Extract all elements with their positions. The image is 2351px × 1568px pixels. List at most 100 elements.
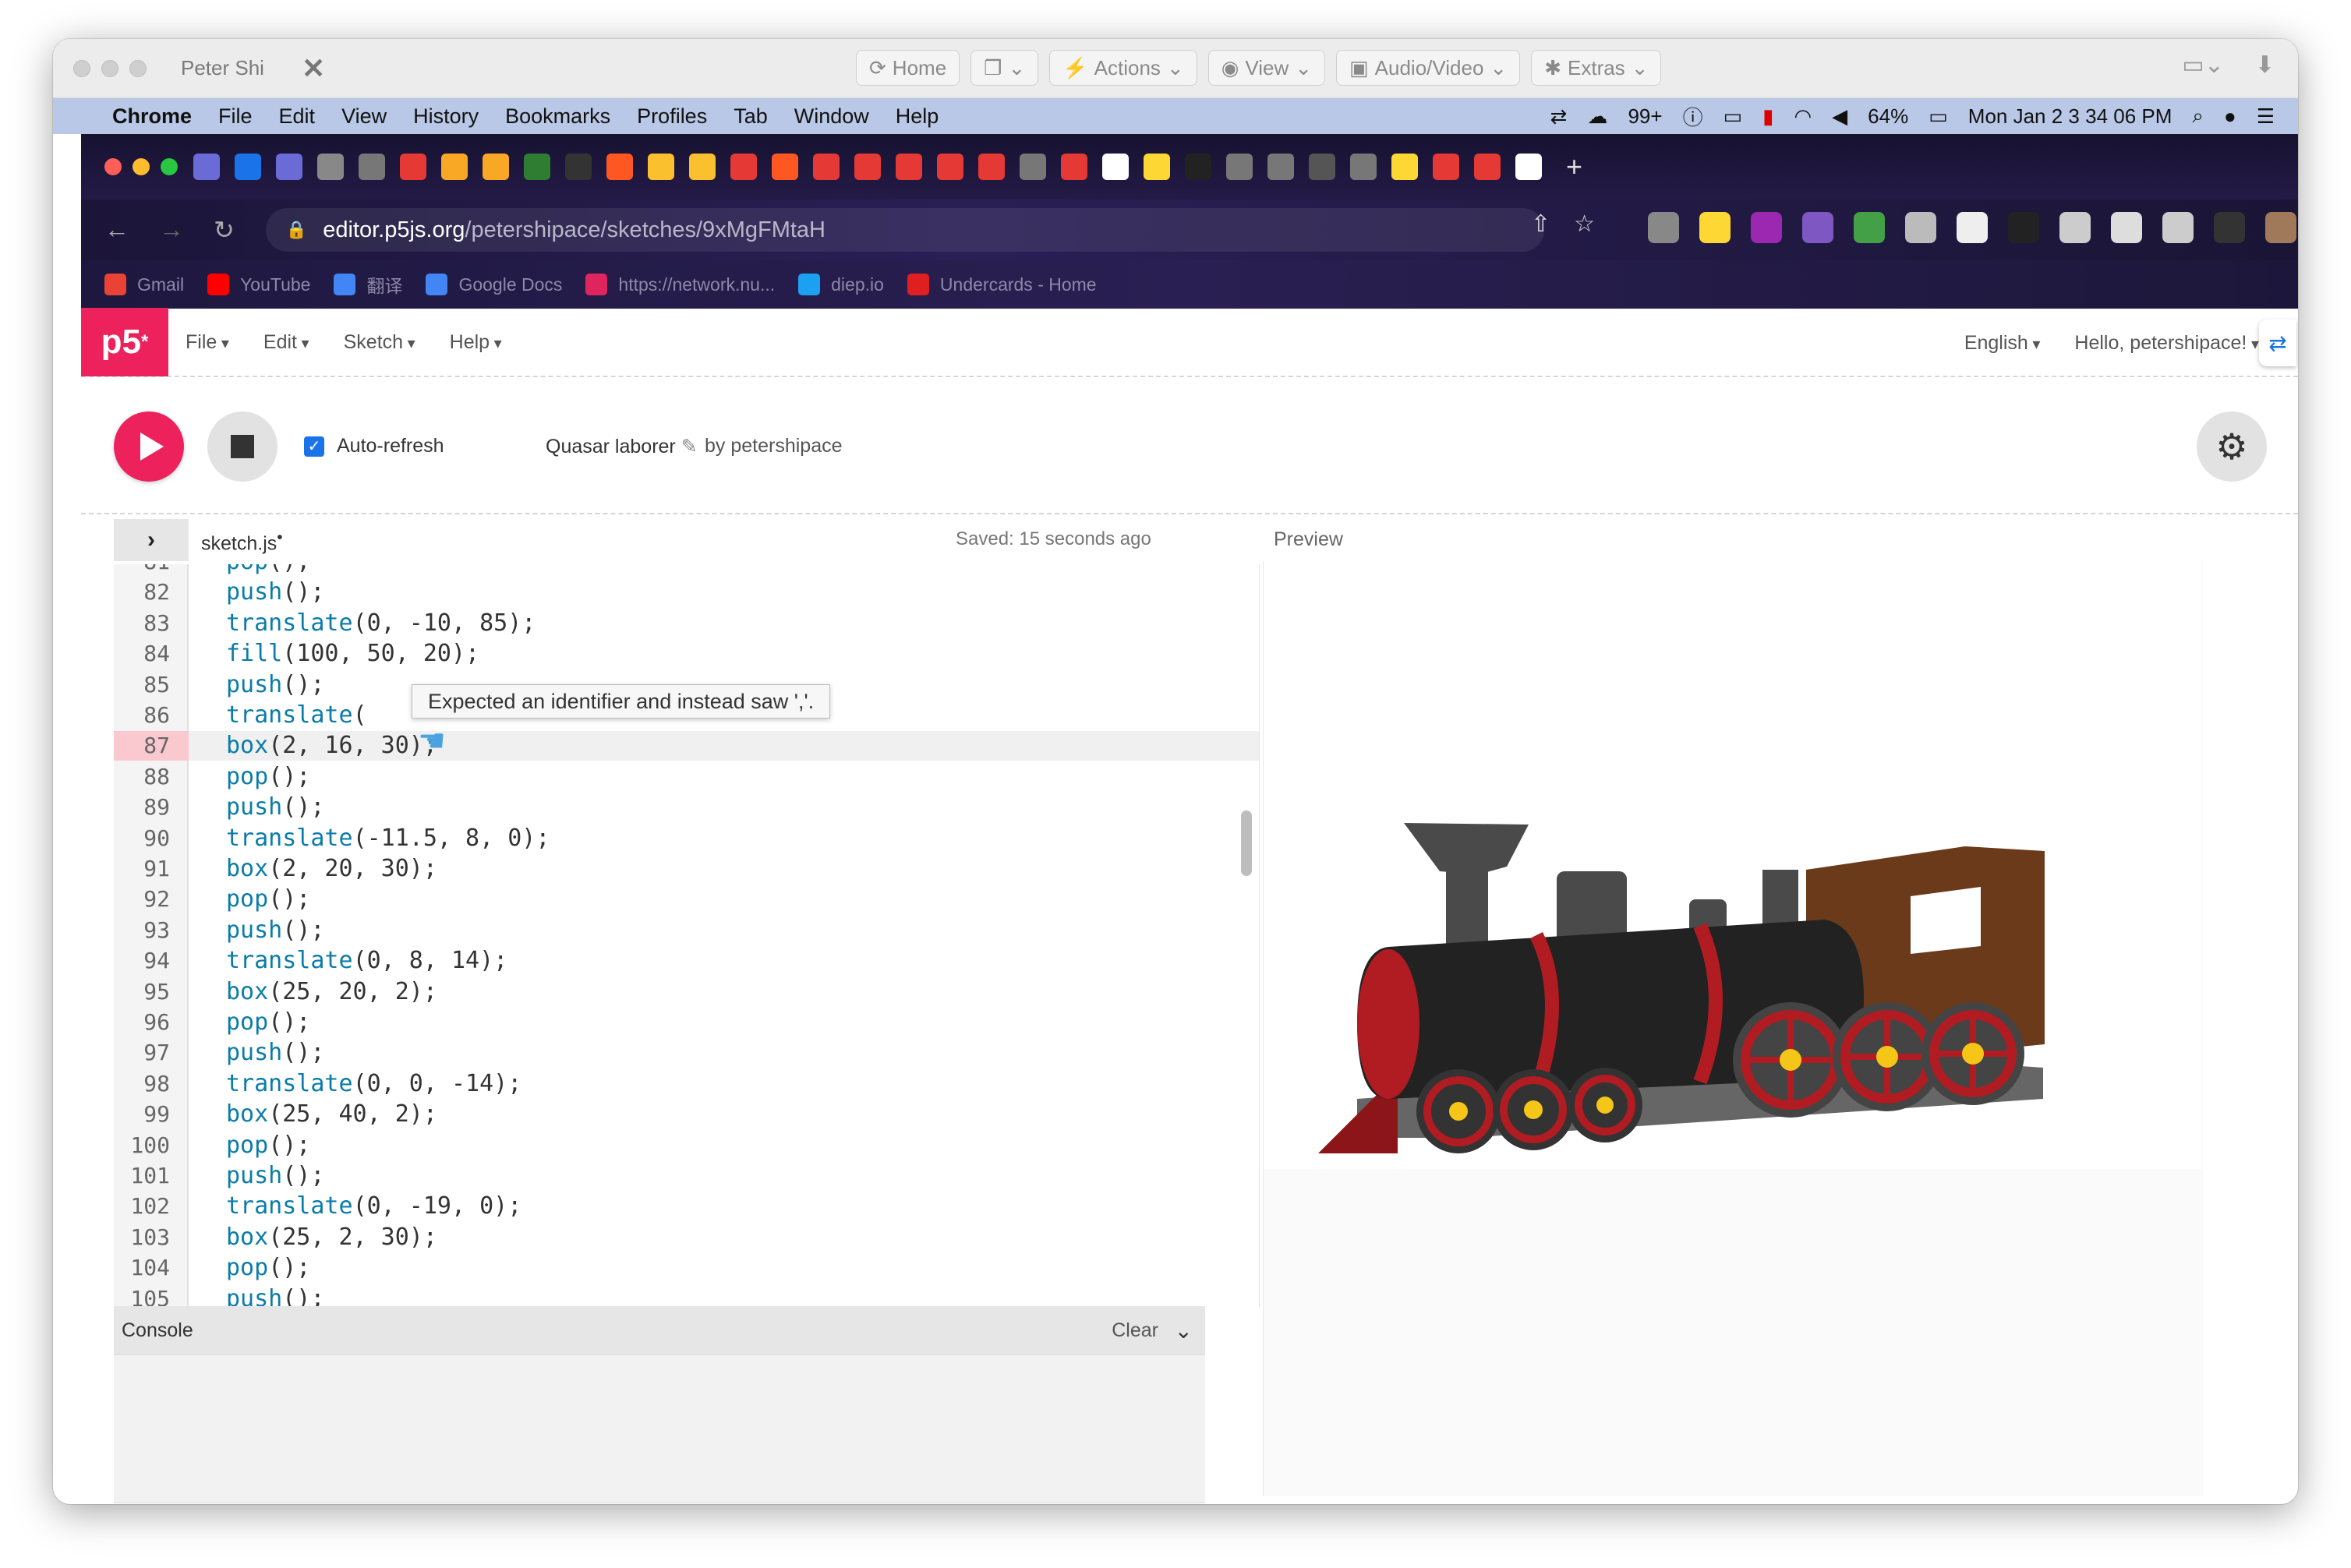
volume-icon[interactable]: ◀ <box>1832 104 1847 129</box>
home-button[interactable]: ⟳ Home <box>856 50 960 86</box>
menu-view[interactable]: View <box>341 104 387 129</box>
spotlight-icon[interactable]: ⌕ <box>2192 104 2204 129</box>
tab-favicon-icon[interactable] <box>813 154 840 180</box>
code-line[interactable]: 96 pop(); <box>114 1008 1259 1037</box>
tab-favicon-icon[interactable] <box>1515 154 1542 180</box>
tab-favicon-icon[interactable] <box>524 154 550 180</box>
tab-favicon-icon[interactable] <box>1391 154 1418 180</box>
tab-favicon-icon[interactable] <box>193 154 220 180</box>
tab-favicon-icon[interactable] <box>854 154 881 180</box>
tab-favicon-icon[interactable] <box>1309 154 1335 180</box>
siri-icon[interactable]: ● <box>2224 104 2236 129</box>
close-dot[interactable] <box>73 59 90 77</box>
menu-window[interactable]: Window <box>794 104 869 129</box>
tab-favicon-icon[interactable] <box>730 154 757 180</box>
code-line[interactable]: 94 translate(0, 8, 14); <box>114 946 1259 976</box>
disconnect-icon[interactable]: ✕ <box>302 52 325 85</box>
tab-favicon-icon[interactable] <box>441 154 468 180</box>
control-center-icon[interactable]: ☰ <box>2257 104 2275 129</box>
code-line[interactable]: 99 box(25, 40, 2); <box>114 1100 1259 1129</box>
window-controls[interactable] <box>73 59 147 77</box>
bookmark-item[interactable]: Undercards - Home <box>907 274 1097 295</box>
code-line[interactable]: 102 translate(0, -19, 0); <box>114 1192 1259 1221</box>
code-line[interactable]: 100 pop(); <box>114 1131 1259 1160</box>
console-input[interactable]: › <box>114 1503 1205 1504</box>
expand-sidebar-button[interactable]: › <box>114 519 189 561</box>
tab-favicon-icon[interactable] <box>1474 154 1501 180</box>
teamviewer-icon[interactable]: ⇄ <box>1550 104 1568 129</box>
code-line[interactable]: 83 translate(0, -10, 85); <box>114 609 1259 638</box>
new-tab-icon[interactable]: + <box>1566 150 1582 183</box>
language-select[interactable]: English <box>1964 332 2041 355</box>
menu-history[interactable]: History <box>413 104 479 129</box>
code-line[interactable]: 97 push(); <box>114 1038 1259 1068</box>
chevron-down-icon[interactable]: ⌄ <box>1175 1318 1193 1344</box>
display-icon[interactable]: ▭⌄ <box>2182 51 2223 79</box>
p5-logo[interactable]: p5 * <box>81 308 168 376</box>
extension-icon[interactable] <box>2214 212 2245 243</box>
code-line[interactable]: 87 box(2, 16, 30); <box>114 731 1259 761</box>
code-line[interactable]: 88 pop(); <box>114 762 1259 792</box>
bookmark-item[interactable]: Google Docs <box>426 274 562 295</box>
airplay-icon[interactable]: ▭ <box>1723 104 1743 129</box>
tab-favicon-icon[interactable] <box>1226 154 1253 180</box>
tab-favicon-icon[interactable] <box>1144 154 1170 180</box>
tab-favicon-icon[interactable] <box>772 154 798 180</box>
tab-favicon-icon[interactable] <box>896 154 922 180</box>
minimize-dot[interactable] <box>101 59 118 77</box>
tab-favicon-icon[interactable] <box>276 154 302 180</box>
auto-refresh-toggle[interactable]: ✓ Auto-refresh <box>304 435 444 457</box>
preview-pane[interactable] <box>1263 561 2203 1496</box>
code-line[interactable]: 98 translate(0, 0, -14); <box>114 1069 1259 1099</box>
tab-favicon-icon[interactable] <box>400 154 426 180</box>
tab-favicon-icon[interactable] <box>483 154 509 180</box>
console-clear-button[interactable]: Clear <box>1112 1319 1158 1342</box>
stop-button[interactable] <box>207 411 278 482</box>
forward-icon[interactable]: → <box>159 215 184 245</box>
battery-icon[interactable]: ▭ <box>1929 104 1948 129</box>
chrome-zoom-dot[interactable] <box>161 158 178 175</box>
tab-favicon-icon[interactable] <box>1185 154 1211 180</box>
bookmark-item[interactable]: 翻译 <box>334 271 402 298</box>
p5-menu-edit[interactable]: Edit <box>263 331 309 354</box>
battery-percent[interactable]: 64% <box>1868 104 1908 129</box>
menu-file[interactable]: File <box>218 104 253 129</box>
code-line[interactable]: 101 push(); <box>114 1161 1259 1191</box>
tab-favicon-icon[interactable] <box>689 154 716 180</box>
reload-icon[interactable]: ↻ <box>214 215 235 245</box>
tab-favicon-icon[interactable] <box>359 154 385 180</box>
extras-button[interactable]: ✱ Extras ⌄ <box>1531 50 1662 86</box>
sketch-author[interactable]: by petershipace <box>705 435 843 457</box>
tab-favicon-icon[interactable] <box>937 154 963 180</box>
p5-menu-help[interactable]: Help <box>450 331 502 354</box>
extension-icon[interactable] <box>2008 212 2039 243</box>
menu-bookmarks[interactable]: Bookmarks <box>505 104 610 129</box>
code-line[interactable]: 104 pop(); <box>114 1253 1259 1283</box>
actions-button[interactable]: ⚡ Actions ⌄ <box>1049 50 1197 86</box>
flag-icon[interactable]: ▮ <box>1762 104 1773 129</box>
extension-icon[interactable] <box>1751 212 1782 243</box>
menu-edit[interactable]: Edit <box>279 104 316 129</box>
wifi-icon[interactable]: ◠ <box>1794 104 1812 129</box>
tab-favicon-icon[interactable] <box>648 154 674 180</box>
tab-favicon-icon[interactable] <box>565 154 592 180</box>
extension-icon[interactable] <box>1957 212 1988 243</box>
p5-menu-file[interactable]: File <box>186 331 229 354</box>
bookmark-star-icon[interactable]: ☆ <box>1574 210 1595 238</box>
extension-icon[interactable] <box>1802 212 1833 243</box>
badge-count[interactable]: 99+ <box>1628 104 1662 129</box>
file-tab[interactable]: sketch.js• <box>201 528 283 555</box>
code-editor[interactable]: 81 pop(); 82 push(); 83 translate(0, -10, 85)… <box>114 564 1260 1308</box>
tab-favicon-icon[interactable] <box>1061 154 1087 180</box>
tab-favicon-icon[interactable] <box>1267 154 1294 180</box>
code-line[interactable]: 91 box(2, 20, 30); <box>114 854 1259 884</box>
extension-icon[interactable] <box>1699 212 1731 243</box>
code-line[interactable]: 95 box(25, 20, 2); <box>114 977 1259 1007</box>
menu-tab[interactable]: Tab <box>734 104 768 129</box>
code-line[interactable]: 82 push(); <box>114 577 1259 607</box>
auto-refresh-checkbox[interactable]: ✓ <box>304 436 324 457</box>
tab-favicon-icon[interactable] <box>235 154 261 180</box>
extension-icon[interactable] <box>2059 212 2091 243</box>
tab-favicon-icon[interactable] <box>606 154 633 180</box>
accessibility-icon[interactable]: ⓘ <box>1683 102 1703 131</box>
